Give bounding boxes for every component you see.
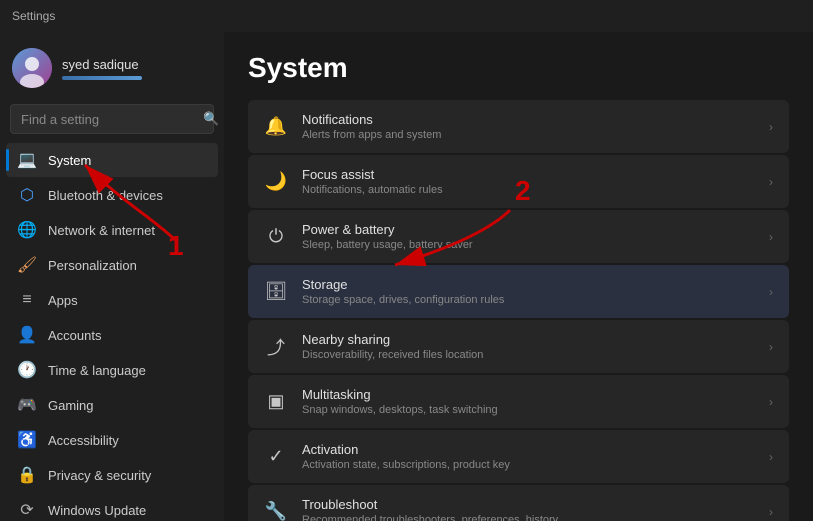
- nav-label-accounts: Accounts: [48, 328, 101, 343]
- nav-label-windowsupdate: Windows Update: [48, 503, 146, 518]
- nav-label-timelanguage: Time & language: [48, 363, 146, 378]
- settings-desc-focusassist: Notifications, automatic rules: [302, 184, 755, 196]
- profile-info: syed sadique: [62, 57, 142, 80]
- settings-text-storage: Storage Storage space, drives, configura…: [302, 277, 755, 306]
- nav-label-network: Network & internet: [48, 223, 155, 238]
- settings-title-nearbysharing: Nearby sharing: [302, 332, 755, 347]
- settings-title-multitasking: Multitasking: [302, 387, 755, 402]
- nav-label-gaming: Gaming: [48, 398, 94, 413]
- search-input[interactable]: [21, 112, 197, 127]
- sidebar-item-gaming[interactable]: 🎮 Gaming: [6, 388, 218, 422]
- settings-text-nearbysharing: Nearby sharing Discoverability, received…: [302, 332, 755, 361]
- sidebar-item-network[interactable]: 🌐 Network & internet: [6, 213, 218, 247]
- profile-bar: [62, 76, 142, 80]
- page-title: System: [248, 52, 789, 84]
- settings-text-focusassist: Focus assist Notifications, automatic ru…: [302, 167, 755, 196]
- search-box[interactable]: 🔍: [10, 104, 214, 134]
- settings-desc-multitasking: Snap windows, desktops, task switching: [302, 404, 755, 416]
- settings-icon-troubleshoot: 🔧: [264, 500, 288, 521]
- settings-item-multitasking[interactable]: ▣ Multitasking Snap windows, desktops, t…: [248, 375, 789, 428]
- settings-item-storage[interactable]: 🗄 Storage Storage space, drives, configu…: [248, 265, 789, 318]
- nav-icon-timelanguage: 🕐: [18, 361, 36, 379]
- nav-label-personalization: Personalization: [48, 258, 137, 273]
- chevron-nearbysharing: ›: [769, 340, 773, 354]
- settings-icon-powerbattery: ⏻: [264, 225, 288, 249]
- nav-icon-gaming: 🎮: [18, 396, 36, 414]
- chevron-activation: ›: [769, 450, 773, 464]
- sidebar-item-system[interactable]: 💻 System: [6, 143, 218, 177]
- profile-name: syed sadique: [62, 57, 142, 72]
- settings-title-activation: Activation: [302, 442, 755, 457]
- settings-item-troubleshoot[interactable]: 🔧 Troubleshoot Recommended troubleshoote…: [248, 485, 789, 521]
- settings-text-multitasking: Multitasking Snap windows, desktops, tas…: [302, 387, 755, 416]
- nav-label-system: System: [48, 153, 91, 168]
- settings-text-troubleshoot: Troubleshoot Recommended troubleshooters…: [302, 497, 755, 521]
- sidebar-item-timelanguage[interactable]: 🕐 Time & language: [6, 353, 218, 387]
- nav-icon-personalization: 🖌: [18, 256, 36, 274]
- chevron-storage: ›: [769, 285, 773, 299]
- settings-icon-focusassist: 🌙: [264, 170, 288, 194]
- nav-list: 💻 System ⬡ Bluetooth & devices 🌐 Network…: [0, 142, 224, 521]
- nav-icon-accessibility: ♿: [18, 431, 36, 449]
- settings-text-activation: Activation Activation state, subscriptio…: [302, 442, 755, 471]
- settings-desc-storage: Storage space, drives, configuration rul…: [302, 294, 755, 306]
- profile[interactable]: syed sadique: [0, 32, 224, 100]
- main-layout: syed sadique 🔍 💻 System ⬡ Bluetooth & de…: [0, 32, 813, 521]
- nav-icon-system: 💻: [18, 151, 36, 169]
- settings-desc-troubleshoot: Recommended troubleshooters, preferences…: [302, 514, 755, 521]
- sidebar-item-accessibility[interactable]: ♿ Accessibility: [6, 423, 218, 457]
- settings-title-storage: Storage: [302, 277, 755, 292]
- chevron-multitasking: ›: [769, 395, 773, 409]
- settings-item-nearbysharing[interactable]: ⤴ Nearby sharing Discoverability, receiv…: [248, 320, 789, 373]
- settings-icon-storage: 🗄: [264, 280, 288, 304]
- nav-icon-windowsupdate: ⟳: [18, 501, 36, 519]
- settings-item-activation[interactable]: ✓ Activation Activation state, subscript…: [248, 430, 789, 483]
- avatar: [12, 48, 52, 88]
- settings-desc-notifications: Alerts from apps and system: [302, 129, 755, 141]
- settings-title-troubleshoot: Troubleshoot: [302, 497, 755, 512]
- sidebar-item-bluetooth[interactable]: ⬡ Bluetooth & devices: [6, 178, 218, 212]
- settings-text-notifications: Notifications Alerts from apps and syste…: [302, 112, 755, 141]
- settings-desc-activation: Activation state, subscriptions, product…: [302, 459, 755, 471]
- settings-icon-multitasking: ▣: [264, 390, 288, 414]
- settings-title-notifications: Notifications: [302, 112, 755, 127]
- settings-list: 🔔 Notifications Alerts from apps and sys…: [248, 100, 789, 521]
- settings-title-powerbattery: Power & battery: [302, 222, 755, 237]
- chevron-focusassist: ›: [769, 175, 773, 189]
- avatar-inner: [12, 48, 52, 88]
- nav-label-accessibility: Accessibility: [48, 433, 119, 448]
- nav-icon-privacy: 🔒: [18, 466, 36, 484]
- title-bar: Settings: [0, 0, 813, 32]
- nav-icon-network: 🌐: [18, 221, 36, 239]
- content-area: System 🔔 Notifications Alerts from apps …: [224, 32, 813, 521]
- settings-desc-nearbysharing: Discoverability, received files location: [302, 349, 755, 361]
- chevron-troubleshoot: ›: [769, 505, 773, 519]
- sidebar-item-privacy[interactable]: 🔒 Privacy & security: [6, 458, 218, 492]
- settings-text-powerbattery: Power & battery Sleep, battery usage, ba…: [302, 222, 755, 251]
- nav-icon-accounts: 👤: [18, 326, 36, 344]
- search-icon: 🔍: [203, 111, 219, 127]
- sidebar-item-windowsupdate[interactable]: ⟳ Windows Update: [6, 493, 218, 521]
- nav-icon-bluetooth: ⬡: [18, 186, 36, 204]
- sidebar: syed sadique 🔍 💻 System ⬡ Bluetooth & de…: [0, 32, 224, 521]
- nav-icon-apps: ≡: [18, 291, 36, 309]
- settings-icon-nearbysharing: ⤴: [264, 335, 288, 359]
- settings-title-focusassist: Focus assist: [302, 167, 755, 182]
- settings-item-focusassist[interactable]: 🌙 Focus assist Notifications, automatic …: [248, 155, 789, 208]
- settings-icon-notifications: 🔔: [264, 115, 288, 139]
- sidebar-item-accounts[interactable]: 👤 Accounts: [6, 318, 218, 352]
- nav-label-bluetooth: Bluetooth & devices: [48, 188, 163, 203]
- settings-item-powerbattery[interactable]: ⏻ Power & battery Sleep, battery usage, …: [248, 210, 789, 263]
- sidebar-item-personalization[interactable]: 🖌 Personalization: [6, 248, 218, 282]
- settings-icon-activation: ✓: [264, 445, 288, 469]
- sidebar-item-apps[interactable]: ≡ Apps: [6, 283, 218, 317]
- nav-label-privacy: Privacy & security: [48, 468, 151, 483]
- settings-desc-powerbattery: Sleep, battery usage, battery saver: [302, 239, 755, 251]
- chevron-powerbattery: ›: [769, 230, 773, 244]
- chevron-notifications: ›: [769, 120, 773, 134]
- title-bar-label: Settings: [12, 9, 55, 23]
- nav-label-apps: Apps: [48, 293, 78, 308]
- settings-item-notifications[interactable]: 🔔 Notifications Alerts from apps and sys…: [248, 100, 789, 153]
